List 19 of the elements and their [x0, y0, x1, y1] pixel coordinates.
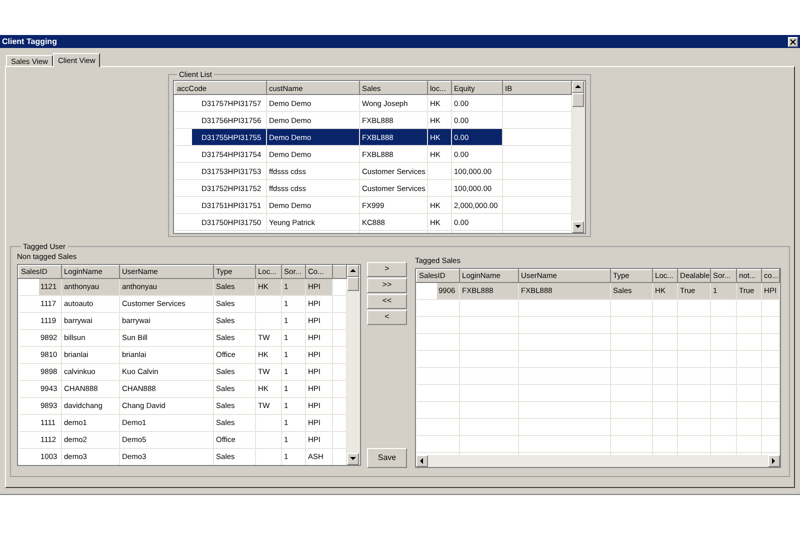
- scroll-right-icon[interactable]: [768, 455, 780, 467]
- scroll-up-icon[interactable]: [347, 265, 360, 277]
- column-header[interactable]: [332, 266, 347, 278]
- horizontal-scrollbar[interactable]: [416, 455, 780, 467]
- save-button[interactable]: Save: [367, 448, 408, 468]
- vertical-scrollbar[interactable]: [572, 81, 586, 234]
- scroll-down-icon[interactable]: [347, 453, 360, 465]
- scroll-thumb[interactable]: [572, 93, 584, 108]
- move-button[interactable]: >: [367, 262, 408, 276]
- scroll-up-icon[interactable]: [572, 81, 584, 94]
- scroll-down-icon[interactable]: [572, 221, 584, 234]
- window-title: Client Tagging: [2, 38, 57, 46]
- move-button[interactable]: >>: [367, 278, 408, 292]
- move-button[interactable]: <<: [367, 294, 408, 308]
- move-button[interactable]: <: [367, 310, 408, 324]
- close-icon[interactable]: [788, 36, 798, 46]
- scroll-thumb[interactable]: [347, 277, 360, 291]
- scroll-left-icon[interactable]: [416, 455, 428, 467]
- vertical-scrollbar[interactable]: [347, 265, 360, 465]
